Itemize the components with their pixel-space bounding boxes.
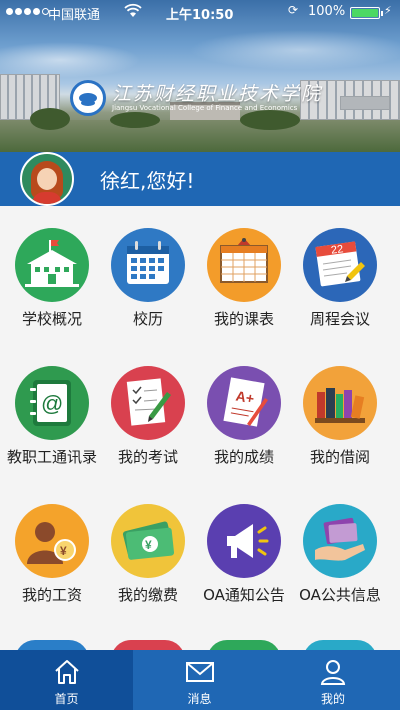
grid-item-label: 我的课表: [213, 310, 274, 328]
school-name-block: 江苏财经职业技术学院 Jiangsu Vocational College of…: [112, 84, 322, 113]
tab-label: 消息: [187, 692, 212, 706]
grid-item-label: 我的工资: [21, 586, 82, 604]
avatar[interactable]: [20, 152, 74, 206]
grade-icon: A+: [207, 366, 281, 440]
tab-bar: 首页 消息 我的: [0, 650, 400, 710]
rotation-lock-icon: ⟳: [288, 3, 299, 17]
wifi-icon: [124, 3, 142, 17]
grid-item-meeting-calendar[interactable]: 22 周程会议: [290, 228, 390, 338]
profile-icon: [320, 660, 346, 685]
grid-item-exam-paper[interactable]: 我的考试: [98, 366, 198, 476]
grid-item-label: 我的考试: [117, 448, 178, 466]
grid-item-school-building[interactable]: 学校概况: [2, 228, 102, 338]
tab-label: 首页: [54, 692, 79, 706]
school-building-icon: [15, 228, 89, 302]
svg-text:¥: ¥: [145, 538, 152, 552]
grid-item-address-book[interactable]: @ 教职工通讯录: [2, 366, 102, 476]
public-info-icon: [303, 504, 377, 578]
meeting-calendar-icon: 22: [303, 228, 377, 302]
tab-label: 我的: [320, 692, 345, 706]
header-banner: 江苏财经职业技术学院 Jiangsu Vocational College of…: [0, 0, 400, 152]
grid-item-calendar[interactable]: 校历: [98, 228, 198, 338]
function-grid: 学校概况 校历 我的课表 22 周程会议 @ 教职工通讯录 我的考试 A+ 我的成绩 我的借阅 ¥ 我的…: [0, 206, 400, 650]
school-emblem-icon: [70, 80, 106, 116]
grid-item-announcement[interactable]: OA通知公告: [194, 504, 294, 614]
banner-building: [340, 96, 390, 110]
calendar-icon: [111, 228, 185, 302]
battery-percent: 100%: [308, 4, 346, 19]
grid-item-salary[interactable]: ¥ 我的工资: [2, 504, 102, 614]
grid-item-grade[interactable]: A+ 我的成绩: [194, 366, 294, 476]
grid-item-label: 教职工通讯录: [6, 448, 97, 466]
svg-text:@: @: [41, 391, 63, 416]
home-icon: [54, 660, 79, 684]
status-bar: 中国联通 上午10:50 ⟳ 100% ⚡: [0, 0, 400, 26]
exam-paper-icon: [111, 366, 185, 440]
signal-icon: [6, 8, 49, 15]
grid-item-label: 我的借阅: [309, 448, 370, 466]
message-icon: [185, 662, 214, 682]
clock: 上午10:50: [166, 8, 234, 23]
tab-home[interactable]: 首页: [0, 650, 133, 710]
charging-icon: ⚡: [384, 4, 392, 17]
grid-item-label: 校历: [132, 310, 163, 328]
grid-item-public-info[interactable]: OA公共信息: [290, 504, 390, 614]
svg-text:22: 22: [330, 243, 344, 257]
user-greeting: 徐红,您好!: [100, 169, 195, 193]
school-name-en: Jiangsu Vocational College of Finance an…: [112, 103, 298, 112]
timetable-icon: [207, 228, 281, 302]
announcement-icon: [207, 504, 281, 578]
grid-item-label: 我的成绩: [213, 448, 274, 466]
tab-profile[interactable]: 我的: [266, 650, 400, 710]
banner-sky: [0, 20, 400, 80]
address-book-icon: @: [15, 366, 89, 440]
grid-item-payment[interactable]: ¥ 我的缴费: [98, 504, 198, 614]
school-name-cn: 江苏财经职业技术学院: [112, 82, 323, 105]
grid-item-timetable[interactable]: 我的课表: [194, 228, 294, 338]
school-logo: 江苏财经职业技术学院 Jiangsu Vocational College of…: [70, 80, 322, 116]
salary-icon: ¥: [15, 504, 89, 578]
grid-item-bookshelf[interactable]: 我的借阅: [290, 366, 390, 476]
grid-item-label: OA公共信息: [299, 586, 381, 604]
payment-icon: ¥: [111, 504, 185, 578]
grid-item-label: 我的缴费: [117, 586, 178, 604]
carrier-name: 中国联通: [48, 8, 101, 23]
grid-item-label: 周程会议: [309, 310, 370, 328]
grid-item-label: OA通知公告: [203, 586, 285, 604]
battery-icon: [350, 7, 383, 19]
grid-item-label: 学校概况: [21, 310, 82, 328]
banner-tree: [30, 108, 70, 130]
svg-text:A+: A+: [235, 388, 256, 407]
user-bar: 徐红,您好!: [0, 152, 400, 206]
svg-text:¥: ¥: [60, 544, 67, 558]
bookshelf-icon: [303, 366, 377, 440]
tab-messages[interactable]: 消息: [133, 650, 266, 710]
